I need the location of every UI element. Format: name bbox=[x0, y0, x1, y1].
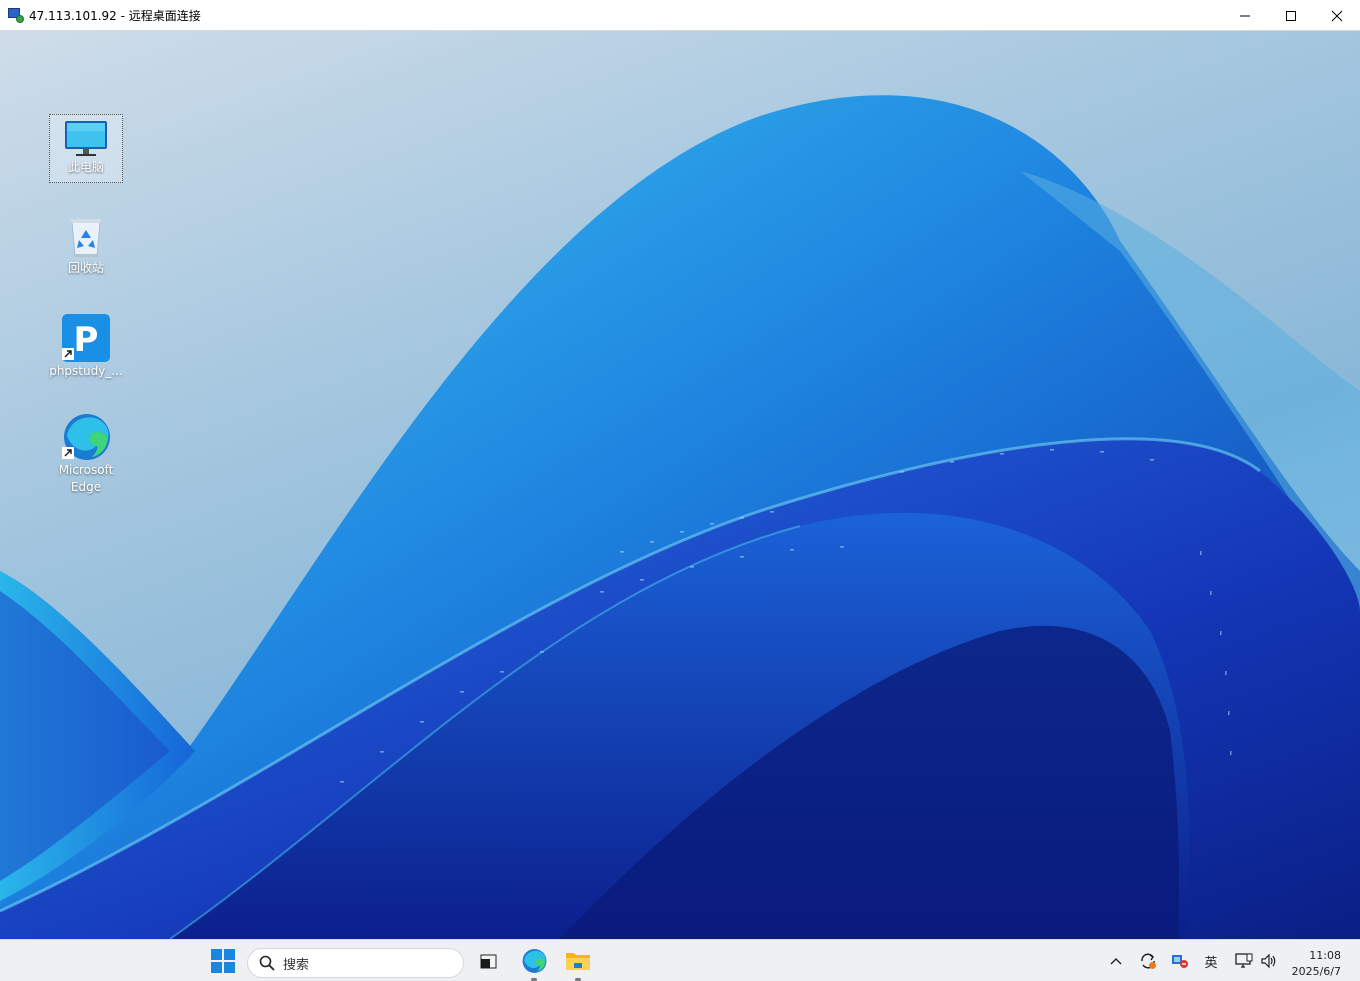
close-button[interactable] bbox=[1314, 0, 1360, 31]
this-pc-icon bbox=[65, 121, 107, 156]
input-language-button[interactable]: 英 bbox=[1199, 940, 1223, 981]
svg-text:P: P bbox=[74, 320, 99, 360]
sync-icon bbox=[1141, 953, 1156, 969]
taskbar-edge-button[interactable] bbox=[518, 940, 550, 981]
desktop-icon-recycle-bin[interactable]: 回收站 bbox=[49, 214, 123, 277]
window-title: 47.113.101.92 - 远程桌面连接 bbox=[29, 8, 201, 23]
phpstudy-icon: P bbox=[62, 314, 110, 362]
start-button[interactable] bbox=[205, 940, 241, 981]
tray-network-button[interactable] bbox=[1232, 940, 1256, 981]
maximize-button[interactable] bbox=[1268, 0, 1314, 31]
minimize-icon bbox=[1240, 15, 1250, 16]
desktop-icon-label: Microsoft Edge bbox=[58, 463, 114, 494]
taskbar: 搜索 英 11:08 2025/6/7 bbox=[0, 939, 1360, 981]
desktop[interactable]: 此电脑 回收站 P phpstudy_... Microsoft Edge bbox=[0, 31, 1360, 939]
tray-defender-button[interactable] bbox=[1168, 940, 1192, 981]
tray-sync-button[interactable] bbox=[1136, 940, 1160, 981]
window-controls bbox=[1222, 0, 1360, 31]
recycle-bin-icon bbox=[71, 219, 101, 257]
search-icon bbox=[259, 955, 275, 971]
taskbar-search-box[interactable]: 搜索 bbox=[247, 948, 464, 978]
tray-volume-button[interactable] bbox=[1257, 940, 1281, 981]
edge-icon bbox=[522, 949, 547, 973]
desktop-icon-edge[interactable]: Microsoft Edge bbox=[49, 412, 123, 496]
taskbar-clock[interactable]: 11:08 2025/6/7 bbox=[1292, 948, 1341, 980]
desktop-icon-label: 此电脑 bbox=[67, 160, 104, 174]
remote-desktop-icon bbox=[8, 7, 24, 23]
network-icon bbox=[1235, 953, 1253, 968]
taskbar-file-explorer-button[interactable] bbox=[562, 940, 594, 981]
close-icon bbox=[1331, 10, 1343, 21]
edge-icon bbox=[62, 414, 110, 460]
desktop-icon-this-pc[interactable]: 此电脑 bbox=[49, 114, 123, 183]
security-icon bbox=[1172, 955, 1188, 968]
wallpaper bbox=[0, 95, 1360, 939]
windows-start-icon bbox=[211, 949, 235, 973]
volume-icon bbox=[1261, 953, 1276, 969]
search-placeholder: 搜索 bbox=[283, 957, 310, 973]
maximize-icon bbox=[1286, 10, 1296, 21]
window-title-bar: 47.113.101.92 - 远程桌面连接 bbox=[0, 0, 1360, 31]
task-view-button[interactable] bbox=[472, 940, 504, 981]
show-hidden-icons-button[interactable] bbox=[1105, 940, 1127, 981]
file-explorer-icon bbox=[566, 953, 590, 970]
task-view-icon bbox=[480, 954, 497, 969]
input-language-indicator: 英 bbox=[1204, 955, 1218, 971]
desktop-icon-label: phpstudy_... bbox=[49, 364, 123, 378]
clock-date: 2025/6/7 bbox=[1291, 965, 1341, 978]
minimize-button[interactable] bbox=[1222, 0, 1268, 31]
desktop-icon-label: 回收站 bbox=[67, 261, 104, 275]
chevron-up-icon bbox=[1110, 958, 1122, 965]
clock-time: 11:08 bbox=[1309, 949, 1341, 962]
desktop-icon-phpstudy[interactable]: P phpstudy_... bbox=[49, 313, 123, 380]
